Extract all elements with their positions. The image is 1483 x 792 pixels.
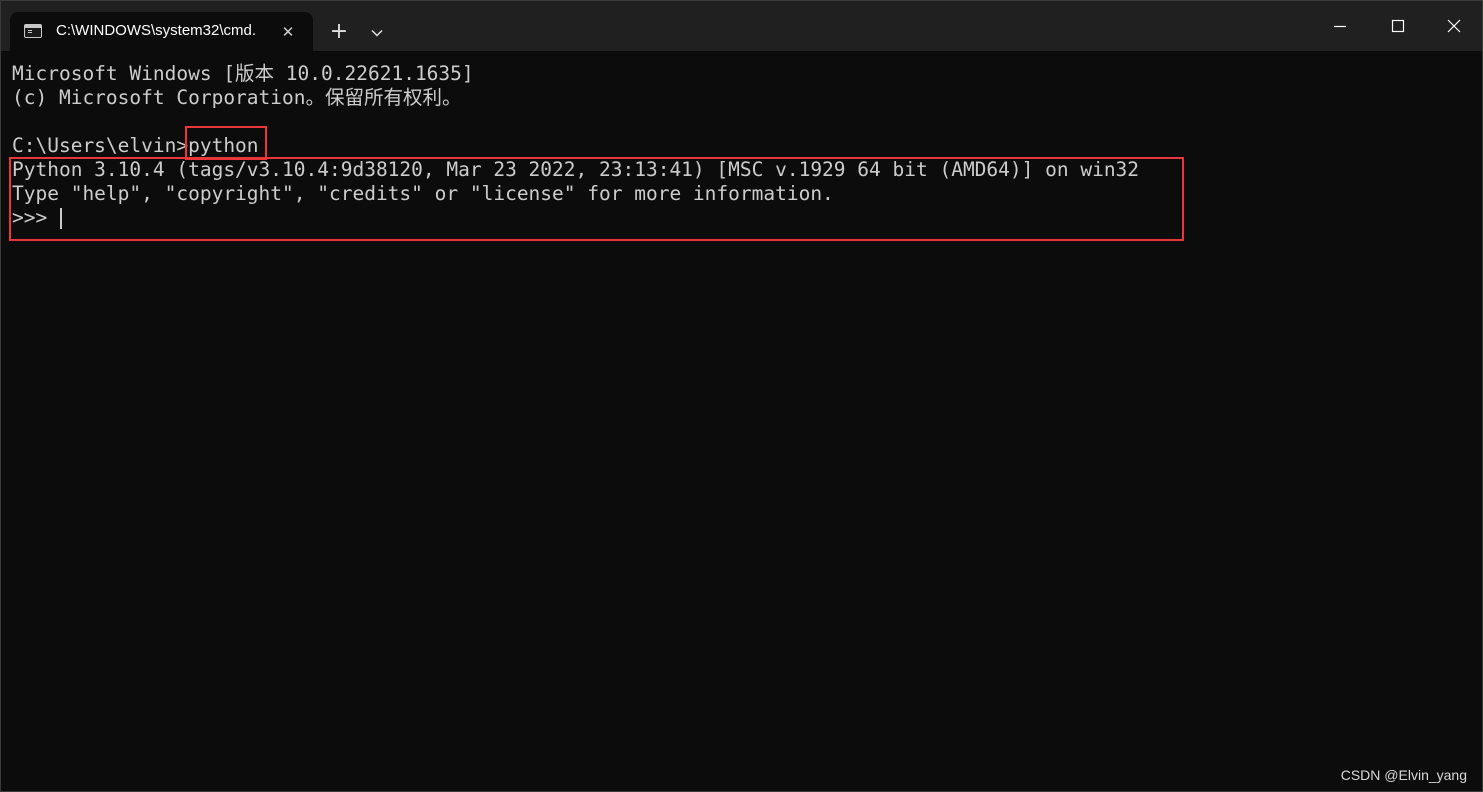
terminal-icon <box>24 24 42 38</box>
tab-dropdown-button[interactable] <box>363 17 391 49</box>
tab-cmd[interactable]: C:\WINDOWS\system32\cmd. ✕ <box>10 12 313 51</box>
new-tab-button[interactable]: + <box>323 17 355 49</box>
close-window-button[interactable] <box>1425 1 1482 51</box>
title-bar[interactable]: C:\WINDOWS\system32\cmd. ✕ + <box>1 1 1482 51</box>
chevron-down-icon <box>371 29 383 37</box>
tab-title: C:\WINDOWS\system32\cmd. <box>56 22 257 39</box>
terminal-window: C:\WINDOWS\system32\cmd. ✕ + Microsoft W… <box>0 0 1483 792</box>
minimize-button[interactable] <box>1311 1 1369 51</box>
terminal-line: Microsoft Windows [版本 10.0.22621.1635] <box>12 62 474 85</box>
terminal-output[interactable]: Microsoft Windows [版本 10.0.22621.1635] (… <box>1 51 1482 791</box>
terminal-line: (c) Microsoft Corporation。保留所有权利。 <box>12 86 462 109</box>
close-icon <box>1447 19 1461 33</box>
maximize-icon <box>1391 19 1405 33</box>
highlight-box-output <box>9 157 1184 241</box>
highlight-box-command <box>185 126 267 160</box>
close-tab-icon[interactable]: ✕ <box>276 20 300 44</box>
maximize-button[interactable] <box>1369 1 1427 51</box>
watermark: CSDN @Elvin_yang <box>1340 767 1467 783</box>
minimize-icon <box>1334 25 1346 28</box>
